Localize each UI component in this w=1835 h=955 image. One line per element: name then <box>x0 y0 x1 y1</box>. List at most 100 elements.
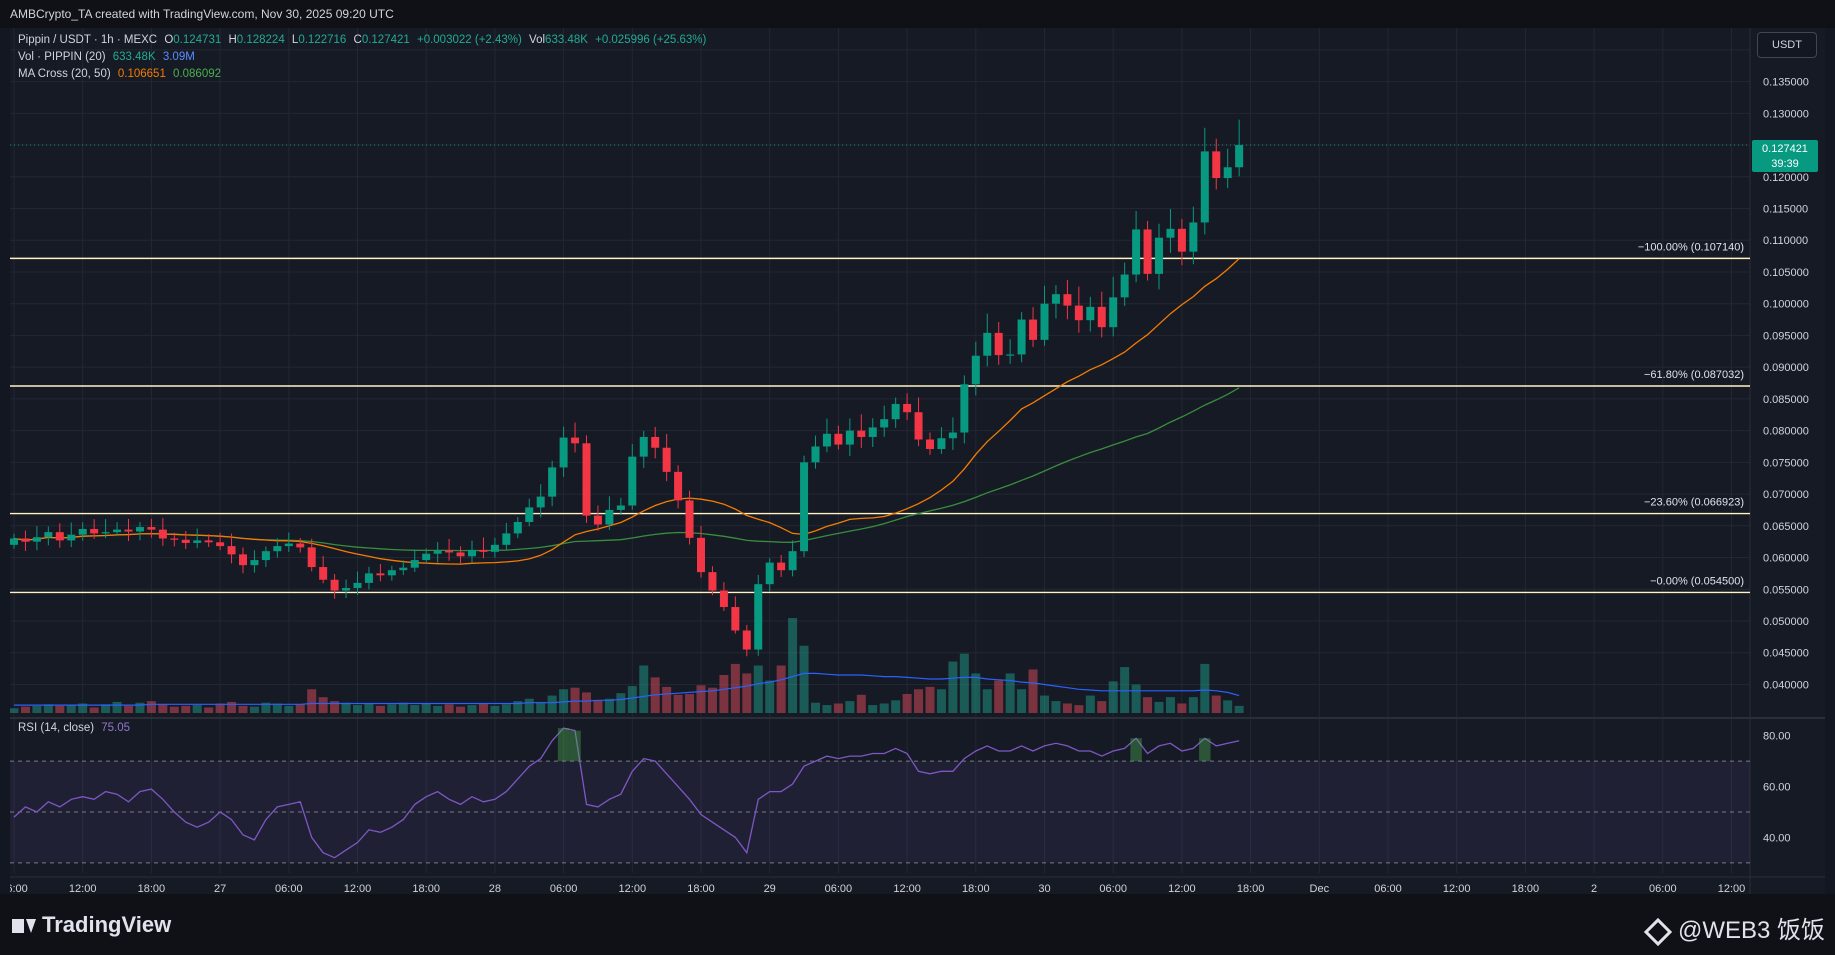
candle <box>593 505 602 531</box>
volume-bar <box>891 700 901 713</box>
candle <box>468 540 476 564</box>
candle-body <box>948 432 957 439</box>
volume-bar <box>788 618 798 713</box>
volume-bar <box>318 697 328 713</box>
candle <box>342 579 351 599</box>
volume-bar <box>9 708 19 713</box>
candle-body <box>1143 229 1152 274</box>
chart-frame[interactable]: 0.040000 0.045000 0.050000 0.055000 0.060000… <box>0 28 1825 895</box>
candle <box>777 555 786 577</box>
candle-body <box>67 534 76 541</box>
candle-body <box>307 547 316 568</box>
volume-value: 633.48K <box>112 51 156 63</box>
volume-bar <box>1165 697 1175 713</box>
candle <box>147 518 156 538</box>
volume-legend: Vol · PIPPIN (20) 633.48K 3.09M <box>18 51 199 63</box>
candle-body <box>994 332 1003 356</box>
volume-bar <box>398 702 408 713</box>
volume-bar <box>524 698 534 713</box>
candle-body <box>376 573 385 576</box>
volume-bar <box>582 692 591 713</box>
time-tick-label: 06:00 <box>1099 883 1127 894</box>
candle-body <box>135 527 144 532</box>
volume-bar <box>1234 705 1244 713</box>
volume-bar <box>456 706 466 713</box>
volume-bar <box>616 693 626 713</box>
rsi-overbought-fill <box>1199 738 1211 762</box>
price-tick-label: 0.105000 <box>1763 267 1809 279</box>
volume-bar <box>753 665 763 713</box>
candle-body <box>926 439 934 450</box>
candle <box>353 571 362 595</box>
candle <box>433 542 442 563</box>
diamond-icon <box>1643 917 1673 946</box>
candle-body <box>674 471 683 501</box>
time-tick-label: 12:00 <box>619 883 647 894</box>
candle <box>1223 148 1232 189</box>
high-label: H0.128224 <box>228 34 285 46</box>
candle-body <box>1120 274 1129 298</box>
candle-body <box>239 554 247 566</box>
time-tick-label: 30 <box>1038 883 1050 894</box>
volume-bar <box>936 689 946 713</box>
time-tick-label: 06:00 <box>550 883 578 894</box>
candle-body <box>319 567 328 580</box>
candle-body <box>1223 167 1232 179</box>
volume-bar <box>124 705 133 713</box>
candle-body <box>1006 354 1015 356</box>
time-tick-label: 06:00 <box>1649 883 1677 894</box>
volume-bar <box>192 705 202 713</box>
volume-bar <box>1040 695 1049 713</box>
candle <box>193 528 202 549</box>
candle <box>1109 276 1118 337</box>
watermark: @WEB3 饭饭 <box>1643 910 1825 946</box>
time-tick-label: 12:00 <box>344 883 372 894</box>
candle-body <box>227 546 236 555</box>
volume-bar <box>1120 667 1130 713</box>
rsi-overbought-fill <box>1130 738 1142 762</box>
candle <box>1097 291 1106 338</box>
price-tick-label: 0.115000 <box>1763 204 1808 216</box>
candle <box>559 426 568 477</box>
tradingview-logo-icon <box>12 919 36 934</box>
time-tick-label: 28 <box>489 883 501 894</box>
volume-bar <box>1131 684 1141 713</box>
candle <box>10 533 18 549</box>
candle <box>948 417 957 450</box>
candle-body <box>914 412 923 440</box>
volume-bar <box>1097 701 1107 713</box>
tradingview-logo[interactable]: TradingView <box>12 912 171 938</box>
volume-bar <box>696 685 706 713</box>
price-tick-label: 0.075000 <box>1763 457 1809 469</box>
ma50-value: 0.086092 <box>173 68 222 80</box>
volume-bar <box>1143 697 1153 713</box>
candle <box>364 566 373 590</box>
volume-bar <box>639 665 649 713</box>
candle-body <box>90 528 99 534</box>
volume-bar <box>433 705 443 713</box>
candle-body <box>742 630 751 650</box>
candle <box>21 530 30 551</box>
candle-body <box>1155 237 1163 274</box>
price-tick-label: 0.060000 <box>1763 553 1809 565</box>
candle-body <box>193 540 202 543</box>
candle <box>983 313 992 367</box>
candle-body <box>1189 222 1198 252</box>
candlestick-chart[interactable]: 0.040000 0.045000 0.050000 0.055000 0.060000… <box>0 28 1825 895</box>
volume-bar <box>249 706 259 713</box>
candle <box>216 532 225 551</box>
candle-body <box>10 538 18 545</box>
candle <box>754 574 763 656</box>
candle-body <box>708 572 717 591</box>
currency-button[interactable]: USDT <box>1757 32 1817 58</box>
candle <box>376 563 385 582</box>
candle <box>410 549 419 573</box>
candle-body <box>32 537 41 542</box>
time-tick-label: 18:00 <box>412 883 440 894</box>
volume-bar <box>272 703 282 713</box>
candle-body <box>593 515 602 525</box>
candle-body <box>651 436 660 448</box>
candle <box>490 537 499 558</box>
candle <box>582 435 591 523</box>
candle <box>1235 119 1244 177</box>
